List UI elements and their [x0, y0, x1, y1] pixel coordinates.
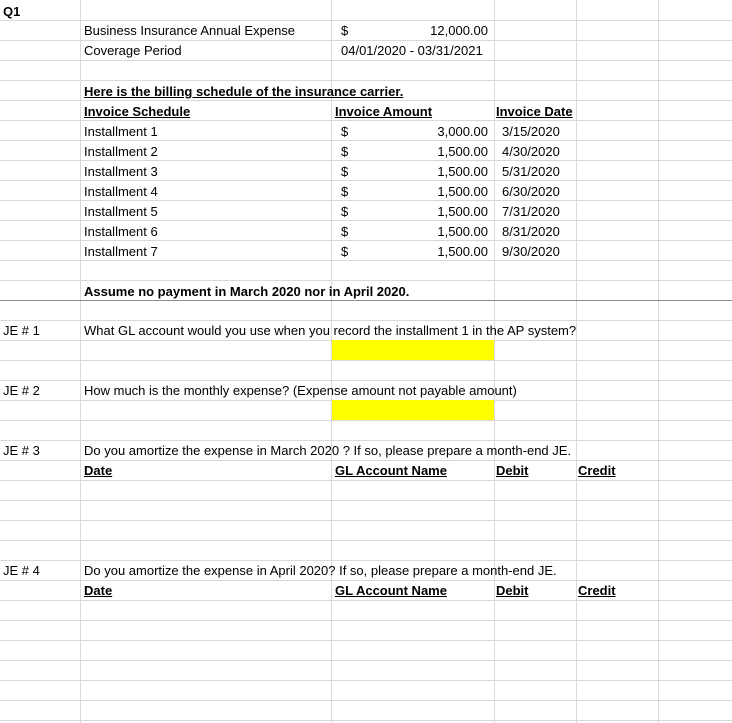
expense-value: 12,000.00	[430, 23, 488, 38]
installment-date: 4/30/2020	[502, 144, 560, 159]
je3-label: JE # 3	[3, 443, 40, 458]
gridline-row	[0, 320, 732, 321]
je4-col-credit: Credit	[578, 583, 616, 598]
installment-name: Installment 6	[84, 224, 158, 239]
gridline-row	[0, 600, 732, 601]
gridline-row	[0, 640, 732, 641]
installment-name: Installment 1	[84, 124, 158, 139]
gridline-row	[0, 240, 732, 241]
gridline-row	[0, 500, 732, 501]
gridline-row	[0, 420, 732, 421]
installment-amount: 1,500.00	[437, 164, 488, 179]
installment-amount: 1,500.00	[437, 184, 488, 199]
je3-col-date: Date	[84, 463, 113, 478]
je1-label: JE # 1	[3, 323, 40, 338]
je3-col-credit: Credit	[578, 463, 616, 478]
installment-amount: 1,500.00	[437, 224, 488, 239]
je3-col-gl: GL Account Name	[335, 463, 447, 478]
currency-symbol: $	[341, 23, 349, 38]
col-invoice-schedule: Invoice Schedule	[84, 104, 191, 119]
gridline-row	[0, 480, 732, 481]
gridline-row	[0, 140, 732, 141]
gridline-row	[0, 560, 732, 561]
gridline-row	[0, 460, 732, 461]
je3-col-debit: Debit	[496, 463, 529, 478]
je3-question: Do you amortize the expense in March 202…	[84, 443, 572, 458]
gridline-row	[0, 80, 732, 81]
gridline-row	[0, 580, 732, 581]
gridline-row	[0, 440, 732, 441]
je4-col-debit: Debit	[496, 583, 529, 598]
gridline-row	[0, 20, 732, 21]
gridline-col	[576, 0, 577, 723]
gridline-col	[331, 0, 332, 723]
je4-label: JE # 4	[3, 563, 40, 578]
gridline-row	[0, 520, 732, 521]
installment-name: Installment 2	[84, 144, 158, 159]
installment-date: 8/31/2020	[502, 224, 560, 239]
je4-col-date: Date	[84, 583, 113, 598]
installment-currency: $	[341, 244, 349, 259]
installment-name: Installment 7	[84, 244, 158, 259]
installment-amount: 3,000.00	[437, 124, 488, 139]
installment-amount: 1,500.00	[437, 244, 488, 259]
gridline-row	[0, 700, 732, 701]
installment-currency: $	[341, 204, 349, 219]
je4-col-gl: GL Account Name	[335, 583, 447, 598]
installment-currency: $	[341, 184, 349, 199]
gridline-row	[0, 540, 732, 541]
gridline-row	[0, 360, 732, 361]
installment-currency: $	[341, 164, 349, 179]
gridline-row	[0, 220, 732, 221]
je2-question: How much is the monthly expense? (Expens…	[84, 383, 517, 398]
gridline-col	[80, 0, 81, 723]
spreadsheet: Q1 Business Insurance Annual Expense $ 1…	[0, 0, 732, 723]
gridline-row	[0, 100, 732, 101]
installment-date: 7/31/2020	[502, 204, 560, 219]
gridline-row	[0, 120, 732, 121]
installment-amount: 1,500.00	[437, 204, 488, 219]
section-separator	[0, 300, 732, 301]
schedule-intro: Here is the billing schedule of the insu…	[84, 84, 404, 99]
gridline-col	[658, 0, 659, 723]
period-label: Coverage Period	[84, 43, 182, 58]
gridline-row	[0, 200, 732, 201]
gridline-row	[0, 680, 732, 681]
gridline-row	[0, 160, 732, 161]
gridline-row	[0, 620, 732, 621]
gridline-row	[0, 180, 732, 181]
installment-date: 6/30/2020	[502, 184, 560, 199]
gridline-row	[0, 280, 732, 281]
gridline-row	[0, 720, 732, 721]
installment-date: 3/15/2020	[502, 124, 560, 139]
gridline-row	[0, 260, 732, 261]
question-label: Q1	[3, 4, 21, 19]
je1-answer-cell[interactable]	[332, 340, 494, 360]
installment-currency: $	[341, 144, 349, 159]
installment-date: 5/31/2020	[502, 164, 560, 179]
gridline-row	[0, 60, 732, 61]
gridline-col	[494, 0, 495, 723]
col-invoice-amount: Invoice Amount	[335, 104, 433, 119]
period-value: 04/01/2020 - 03/31/2021	[341, 43, 483, 58]
expense-label: Business Insurance Annual Expense	[84, 23, 296, 38]
assumption-note: Assume no payment in March 2020 nor in A…	[84, 284, 410, 299]
gridline-row	[0, 660, 732, 661]
col-invoice-date: Invoice Date	[496, 104, 573, 119]
installment-date: 9/30/2020	[502, 244, 560, 259]
gridline-row	[0, 380, 732, 381]
installment-currency: $	[341, 224, 349, 239]
installment-amount: 1,500.00	[437, 144, 488, 159]
je2-answer-cell[interactable]	[332, 400, 494, 420]
installment-name: Installment 5	[84, 204, 158, 219]
installment-name: Installment 4	[84, 184, 158, 199]
je1-question: What GL account would you use when you r…	[84, 323, 577, 338]
installment-name: Installment 3	[84, 164, 158, 179]
installment-currency: $	[341, 124, 349, 139]
je2-label: JE # 2	[3, 383, 40, 398]
je4-question: Do you amortize the expense in April 202…	[84, 563, 557, 578]
gridline-row	[0, 40, 732, 41]
